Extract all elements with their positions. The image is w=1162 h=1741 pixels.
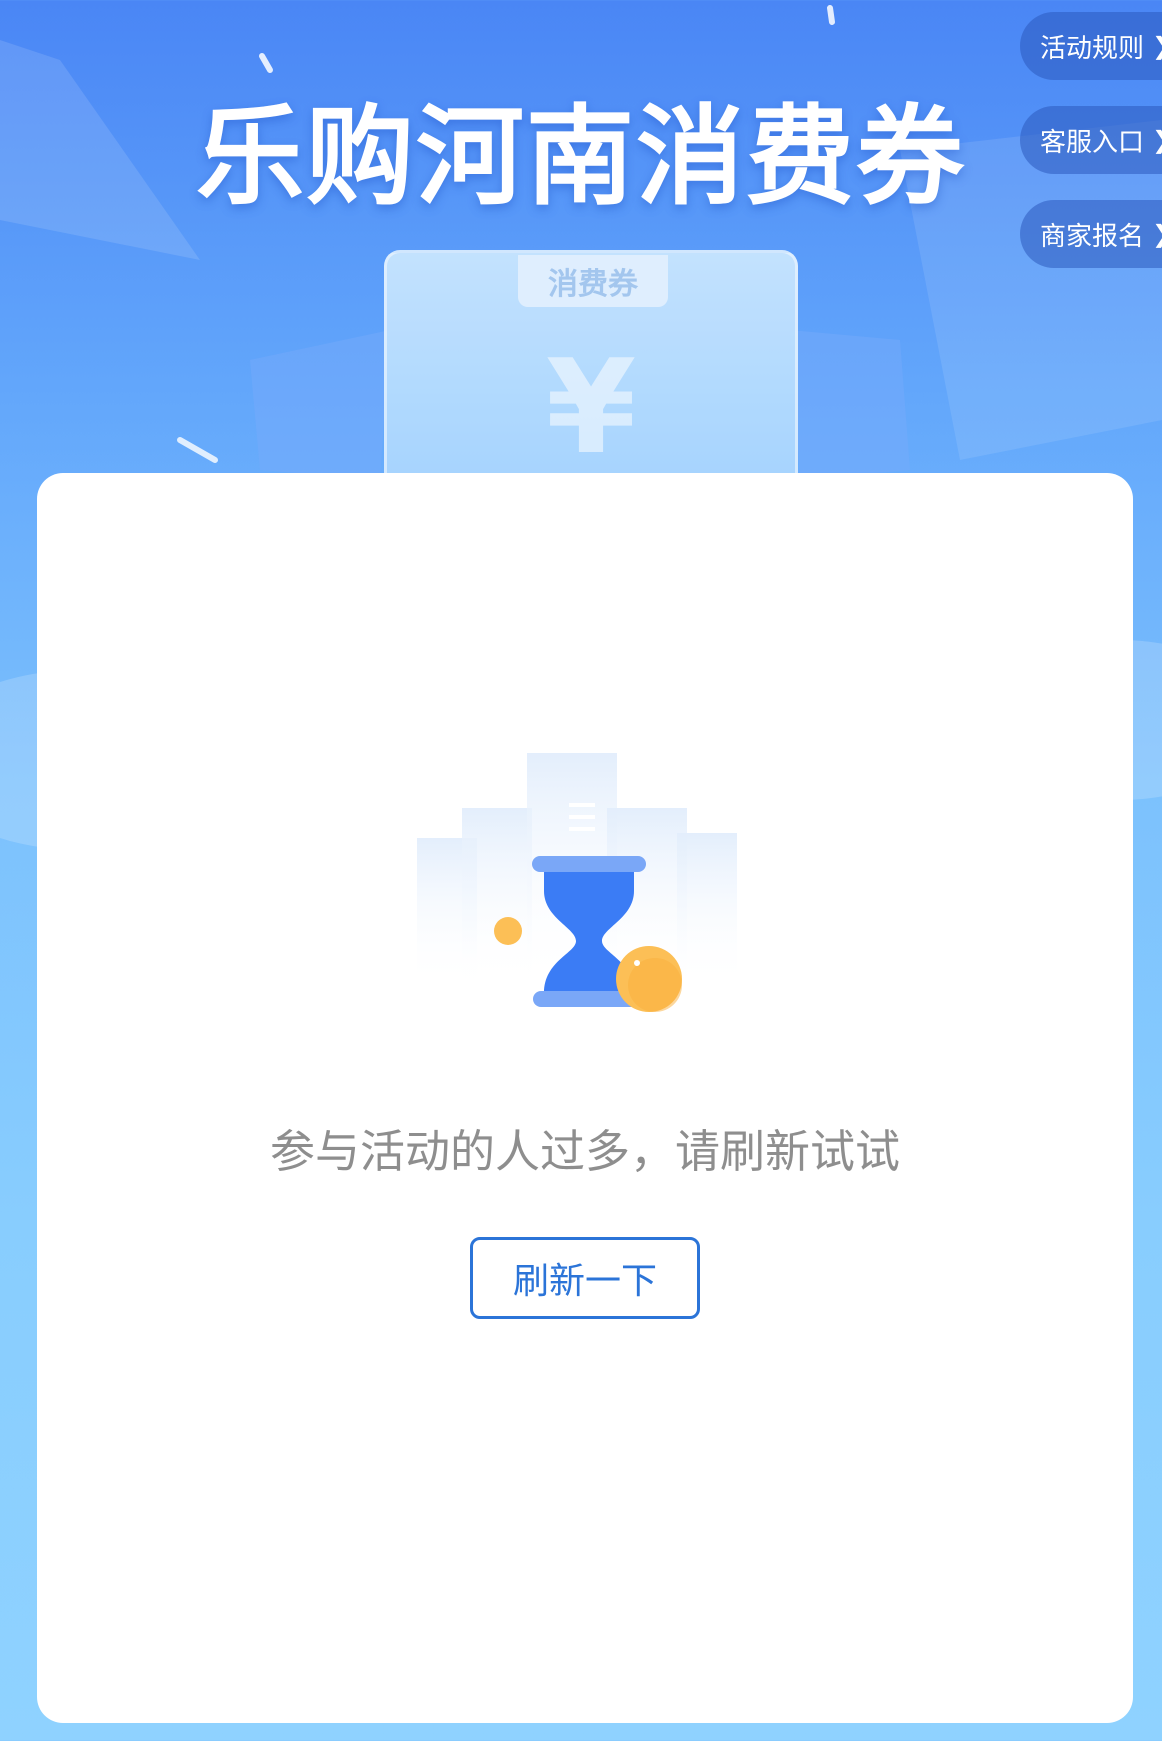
merchant-signup-label: 商家报名 <box>1040 221 1145 252</box>
status-message: 参与活动的人过多，请刷新试试 <box>269 1125 900 1178</box>
hourglass-icon <box>417 753 737 1012</box>
customer-service-link[interactable]: 客服入口 ❯ <box>1020 106 1162 174</box>
side-links: 活动规则 ❯ 客服入口 ❯ 商家报名 ❯ <box>1020 12 1162 294</box>
merchant-signup-link[interactable]: 商家报名 ❯ <box>1020 200 1162 268</box>
activity-rules-link[interactable]: 活动规则 ❯ <box>1020 12 1162 80</box>
voucher-illustration: 消费券 ¥ <box>384 250 798 490</box>
chevron-right-icon: ❯ <box>1152 32 1162 60</box>
content-card: 参与活动的人过多，请刷新试试 刷新一下 <box>37 473 1133 1723</box>
chevron-right-icon: ❯ <box>1152 220 1162 248</box>
customer-service-label: 客服入口 <box>1040 127 1145 158</box>
voucher-tag: 消费券 <box>518 255 668 307</box>
chevron-right-icon: ❯ <box>1152 126 1162 154</box>
page-title: 乐购河南消费券 <box>195 95 966 220</box>
activity-rules-label: 活动规则 <box>1040 33 1145 64</box>
yen-icon: ¥ <box>545 331 637 483</box>
refresh-button[interactable]: 刷新一下 <box>470 1237 700 1319</box>
